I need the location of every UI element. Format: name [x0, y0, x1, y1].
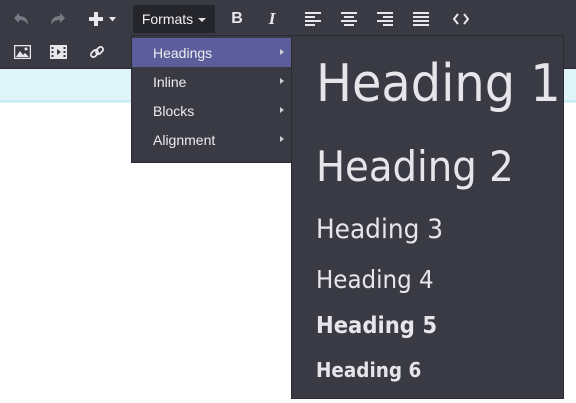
bold-button[interactable]: B: [226, 8, 248, 30]
menu-item-label: Headings: [153, 44, 213, 61]
link-icon: [89, 44, 105, 60]
insert-media-button[interactable]: [47, 41, 69, 63]
menu-item-blocks[interactable]: Blocks: [132, 96, 292, 125]
formats-label: Formats: [141, 11, 194, 27]
align-right-icon: [377, 12, 393, 26]
align-right-button[interactable]: [374, 8, 396, 30]
menu-item-inline[interactable]: Inline: [132, 67, 292, 96]
heading-3-option[interactable]: Heading 3: [316, 214, 443, 245]
source-code-button[interactable]: [450, 8, 472, 30]
undo-button[interactable]: [10, 8, 34, 30]
menu-item-label: Alignment: [153, 131, 216, 148]
headings-submenu: Heading 1 Heading 2 Heading 3 Heading 4 Head…: [291, 35, 564, 399]
align-justify-icon: [413, 12, 429, 26]
heading-1-option[interactable]: Heading 1: [316, 54, 561, 114]
code-icon: [453, 13, 469, 25]
bold-icon: B: [231, 10, 243, 27]
heading-5-option[interactable]: Heading 5: [316, 313, 437, 339]
menu-item-label: Blocks: [153, 102, 195, 119]
align-left-icon: [305, 12, 321, 26]
insert-button[interactable]: [84, 8, 120, 30]
heading-4-option[interactable]: Heading 4: [316, 265, 434, 294]
formats-dropdown-button[interactable]: Formats: [133, 5, 215, 33]
chevron-right-icon: [280, 78, 284, 84]
italic-button[interactable]: I: [261, 8, 283, 30]
insert-link-button[interactable]: [86, 41, 108, 63]
chevron-down-icon: [198, 18, 207, 22]
insert-plus-icon: [88, 11, 104, 27]
align-left-button[interactable]: [302, 8, 324, 30]
chevron-right-icon: [280, 107, 284, 113]
undo-icon: [13, 11, 31, 27]
formats-menu: Headings Inline Blocks Alignment: [131, 35, 293, 163]
chevron-right-icon: [280, 49, 284, 55]
chevron-right-icon: [280, 136, 284, 142]
align-justify-button[interactable]: [410, 8, 432, 30]
redo-button[interactable]: [45, 8, 69, 30]
align-center-button[interactable]: [338, 8, 360, 30]
chevron-down-icon: [109, 16, 116, 22]
media-icon: [49, 45, 67, 59]
image-icon: [13, 45, 31, 59]
heading-6-option[interactable]: Heading 6: [316, 358, 421, 382]
redo-icon: [48, 11, 66, 27]
insert-image-button[interactable]: [11, 41, 33, 63]
menu-item-headings[interactable]: Headings: [132, 38, 292, 67]
italic-icon: I: [268, 9, 276, 28]
align-center-icon: [341, 12, 357, 26]
menu-item-alignment[interactable]: Alignment: [132, 125, 292, 154]
menu-item-label: Inline: [153, 73, 187, 90]
heading-2-option[interactable]: Heading 2: [316, 142, 514, 191]
